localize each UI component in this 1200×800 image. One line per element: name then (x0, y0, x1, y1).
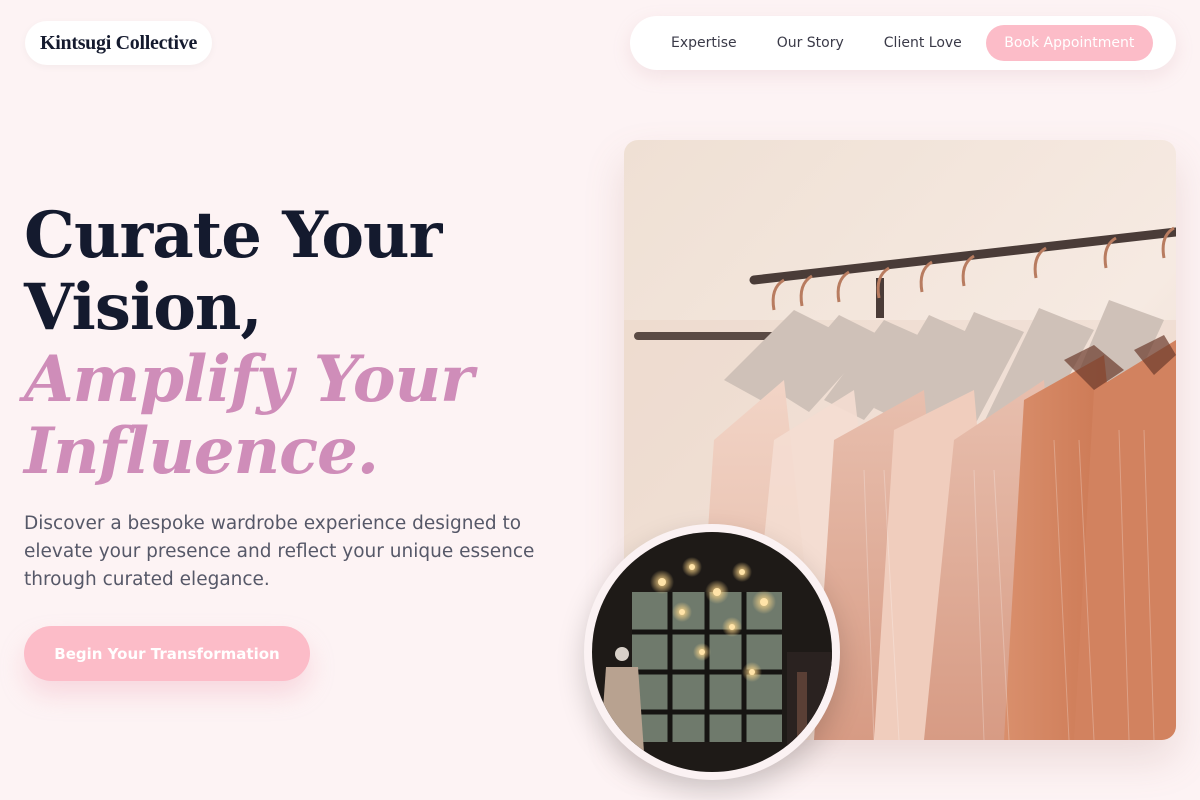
headline-accent-1: Amplify Your (24, 342, 474, 417)
logo[interactable]: Kintsugi Collective (25, 21, 213, 65)
hero-subtitle: Discover a bespoke wardrobe experience d… (24, 513, 535, 590)
headline-accent-2: Influence. (24, 414, 379, 489)
nav-link-expertise[interactable]: Expertise (671, 35, 737, 51)
nav-link-client-love[interactable]: Client Love (884, 35, 962, 51)
headline-line-2: Vision, (24, 270, 263, 345)
brand-name: Kintsugi Collective (40, 31, 198, 54)
headline-line-1: Curate Your (24, 198, 442, 273)
begin-transformation-button[interactable]: Begin Your Transformation (24, 626, 310, 681)
nav-link-our-story[interactable]: Our Story (777, 35, 844, 51)
boutique-interior-photo (584, 524, 840, 780)
book-appointment-button[interactable]: Book Appointment (985, 25, 1153, 61)
hero-headline: Curate Your Vision, Amplify Your Influen… (24, 198, 474, 489)
main-nav: Expertise Our Story Client Love Book App… (630, 16, 1176, 70)
